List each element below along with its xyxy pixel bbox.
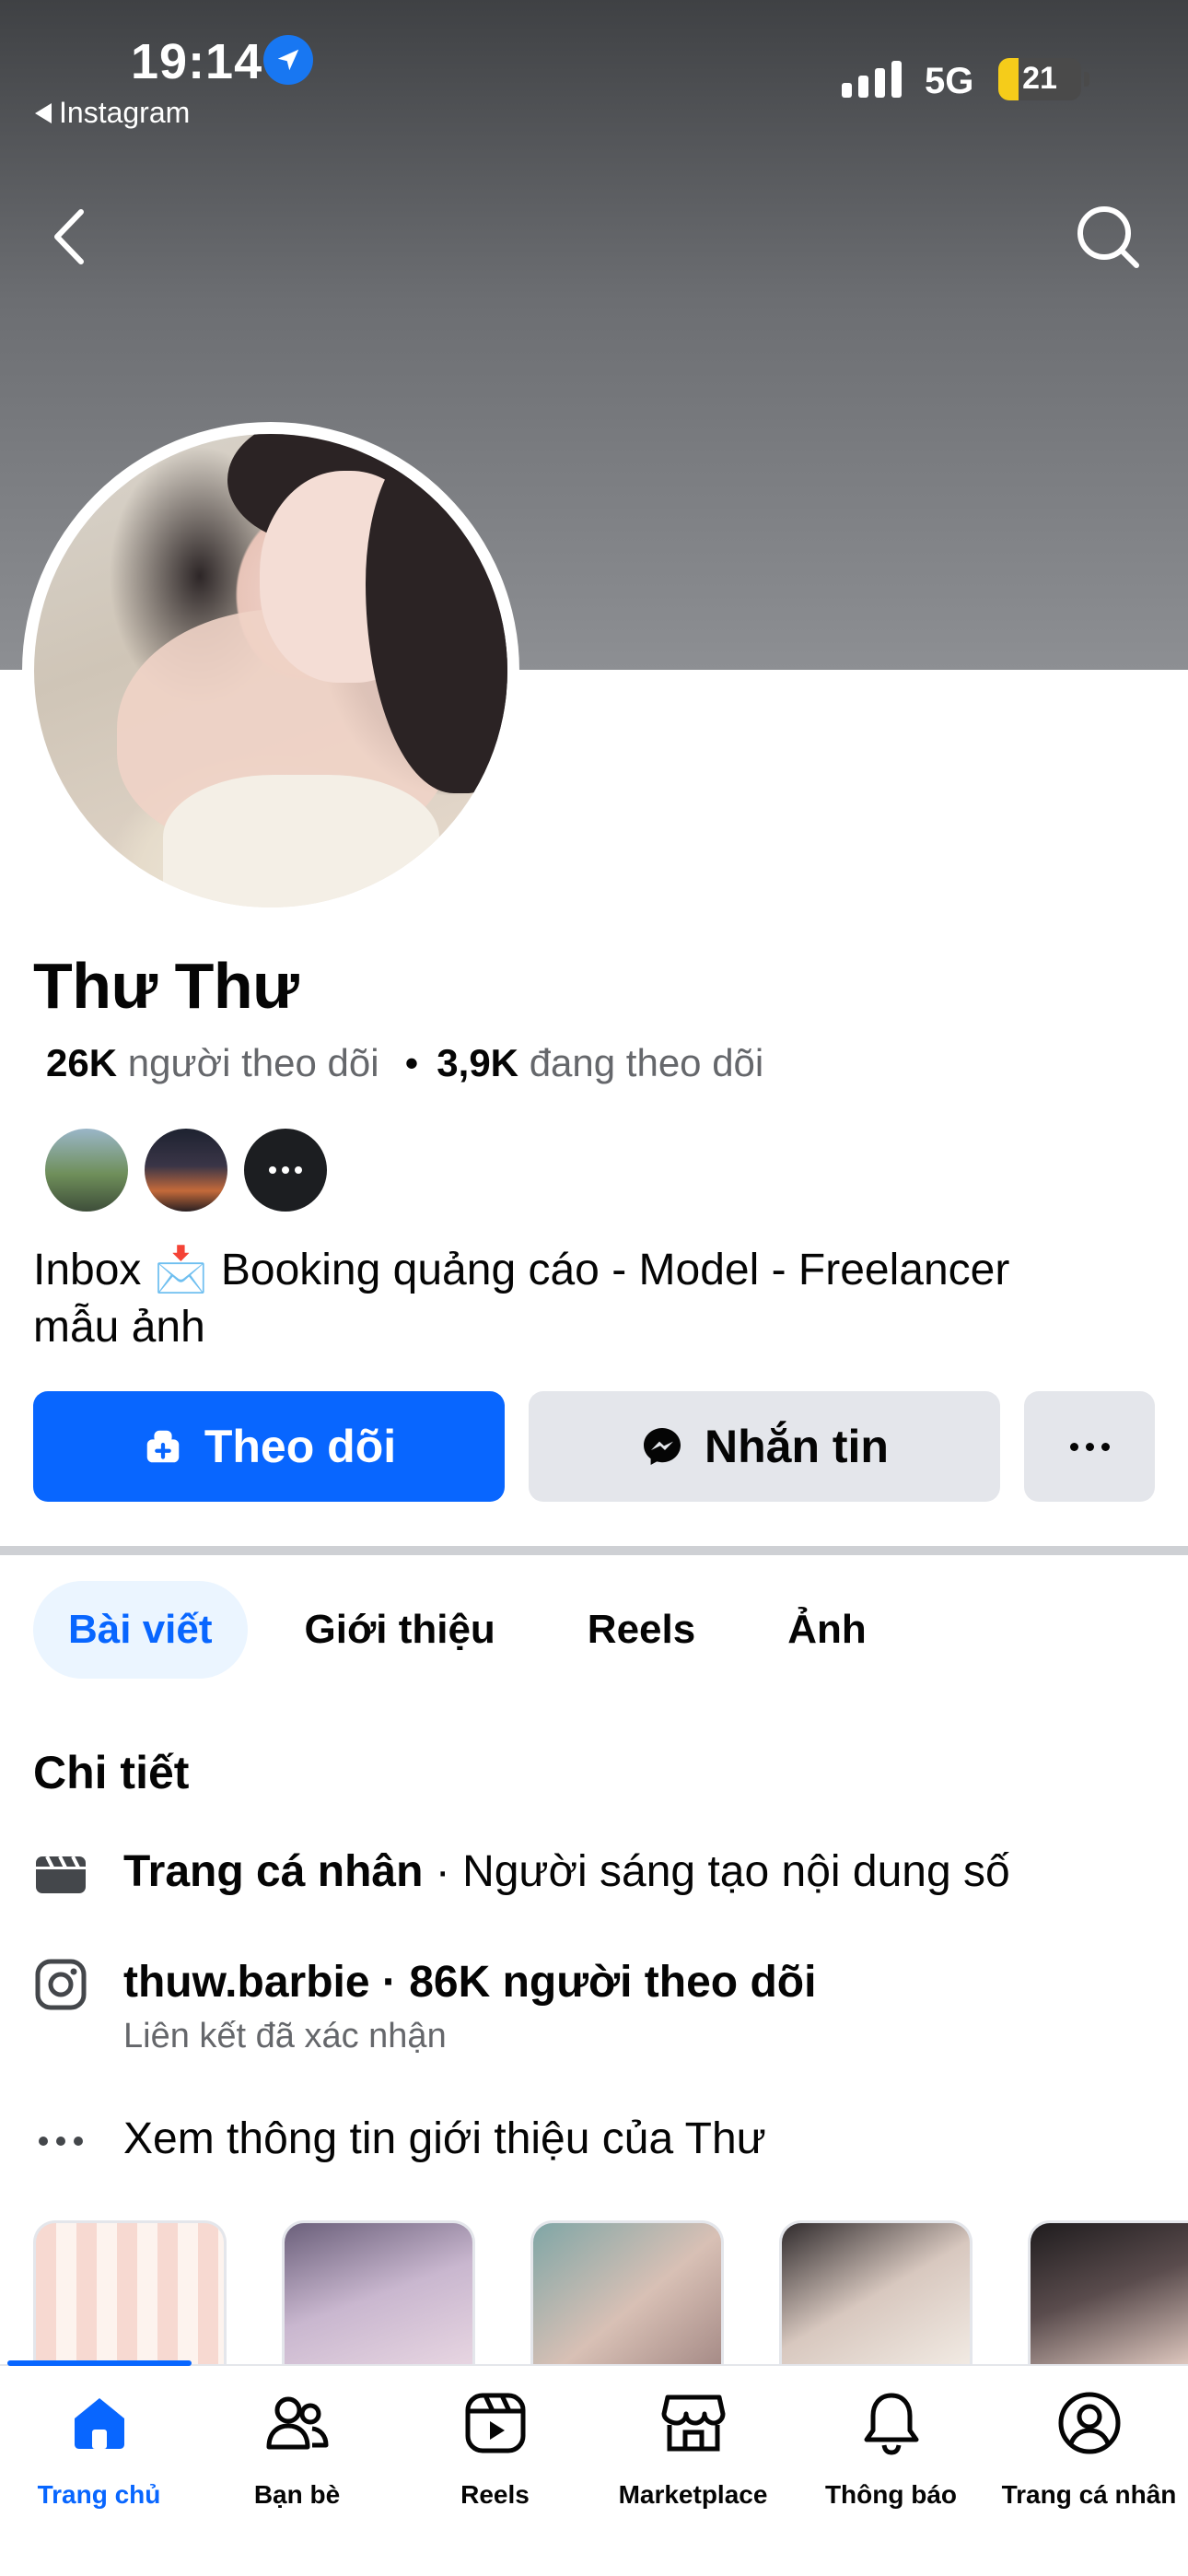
signal-icon [842, 61, 902, 98]
nav-profile[interactable]: Trang cá nhân [990, 2386, 1188, 2510]
nav-friends[interactable]: Bạn bè [198, 2386, 396, 2510]
messenger-icon [644, 1428, 681, 1465]
message-label: Nhắn tin [705, 1421, 889, 1472]
instagram-icon [33, 1957, 88, 2012]
friend-avatar[interactable] [42, 1126, 131, 1214]
featured-photo[interactable] [282, 2220, 475, 2368]
home-icon [63, 2386, 136, 2460]
separator-dot: • [404, 1041, 419, 1084]
page-type-bold: Trang cá nhân [123, 1847, 424, 1896]
instagram-handle[interactable]: thuw.barbie · 86K người theo dõi [123, 1958, 816, 2007]
battery-tip [1084, 72, 1089, 87]
active-tab-indicator [7, 2360, 192, 2366]
featured-photo[interactable] [530, 2220, 724, 2368]
status-time: 19:14 [131, 34, 263, 89]
featured-photo[interactable] [33, 2220, 227, 2368]
back-triangle-icon [35, 102, 52, 123]
follow-button[interactable]: Theo dõi [33, 1391, 505, 1502]
nav-label: Marketplace [618, 2480, 768, 2509]
featured-photo[interactable] [779, 2220, 973, 2368]
details-title: Chi tiết [33, 1747, 190, 1798]
detail-page-type: Trang cá nhân · Người sáng tạo nội dung … [33, 1846, 1010, 1902]
page-type-rest: · Người sáng tạo nội dung số [423, 1847, 1010, 1896]
nav-label: Thông báo [824, 2480, 958, 2509]
more-friends-icon[interactable] [241, 1126, 330, 1214]
tab-posts[interactable]: Bài viết [33, 1581, 248, 1679]
location-arrow-icon [263, 35, 313, 85]
nav-marketplace[interactable]: Marketplace [594, 2386, 792, 2510]
clapperboard-icon [33, 1846, 88, 1902]
back-chevron-icon[interactable] [46, 205, 92, 269]
followers-count[interactable]: 26K [46, 1041, 117, 1084]
friends-icon [261, 2386, 334, 2460]
network-label: 5G [925, 61, 974, 101]
nav-label: Reels [460, 2480, 530, 2509]
featured-photo[interactable] [1028, 2220, 1188, 2368]
see-more-label: Xem thông tin giới thiệu của Thư [123, 2114, 766, 2163]
bio-line: mẫu ảnh [33, 1303, 205, 1352]
nav-label: Bạn bè [253, 2480, 341, 2509]
bell-icon [855, 2386, 928, 2460]
tab-photos[interactable]: Ảnh [752, 1581, 902, 1679]
more-options-button[interactable] [1024, 1391, 1155, 1502]
detail-instagram[interactable]: thuw.barbie · 86K người theo dõi Liên kế… [33, 1957, 816, 2056]
nav-notifications[interactable]: Thông báo [792, 2386, 990, 2510]
follow-label: Theo dõi [204, 1421, 397, 1472]
nav-home[interactable]: Trang chủ [0, 2386, 198, 2510]
nav-label: Trang cá nhân [1001, 2480, 1177, 2509]
nav-label: Trang chủ [37, 2480, 161, 2509]
profile-bio: Inbox 📩 Booking quảng cáo - Model - Free… [33, 1242, 1157, 1356]
message-button[interactable]: Nhắn tin [529, 1391, 1000, 1502]
search-icon[interactable] [1074, 203, 1142, 271]
tab-reels[interactable]: Reels [553, 1581, 730, 1679]
followers-label[interactable]: người theo dõi [128, 1041, 379, 1084]
profile-name: Thư Thư [33, 950, 299, 1022]
tab-about[interactable]: Giới thiệu [270, 1581, 530, 1679]
profile-avatar[interactable] [34, 434, 507, 907]
featured-photos [33, 2220, 1188, 2368]
following-count[interactable]: 3,9K [437, 1041, 518, 1084]
marketplace-icon [657, 2386, 730, 2460]
follow-stats: 26K người theo dõi • 3,9K đang theo dõi [46, 1041, 763, 1085]
profile-tabs: Bài viết Giới thiệu Reels Ảnh [33, 1581, 924, 1679]
section-divider [0, 1546, 1188, 1555]
following-label[interactable]: đang theo dõi [530, 1041, 764, 1084]
bio-line: Inbox 📩 Booking quảng cáo - Model - Free… [33, 1246, 1010, 1294]
back-app-label: Instagram [59, 96, 191, 129]
mutual-friends-avatars[interactable] [42, 1126, 330, 1214]
battery-icon: 21 [998, 58, 1081, 100]
friend-avatar[interactable] [142, 1126, 230, 1214]
instagram-verified-label: Liên kết đã xác nhận [123, 2017, 447, 2055]
reels-icon [459, 2386, 532, 2460]
more-dots-icon [1069, 1442, 1110, 1451]
battery-level: 21 [1022, 61, 1057, 96]
detail-see-more[interactable]: Xem thông tin giới thiệu của Thư [33, 2113, 766, 2169]
follow-icon [146, 1430, 180, 1463]
more-horizontal-icon [33, 2113, 88, 2169]
profile-icon [1053, 2386, 1126, 2460]
back-to-app-link[interactable]: Instagram [35, 96, 190, 130]
nav-reels[interactable]: Reels [396, 2386, 594, 2510]
